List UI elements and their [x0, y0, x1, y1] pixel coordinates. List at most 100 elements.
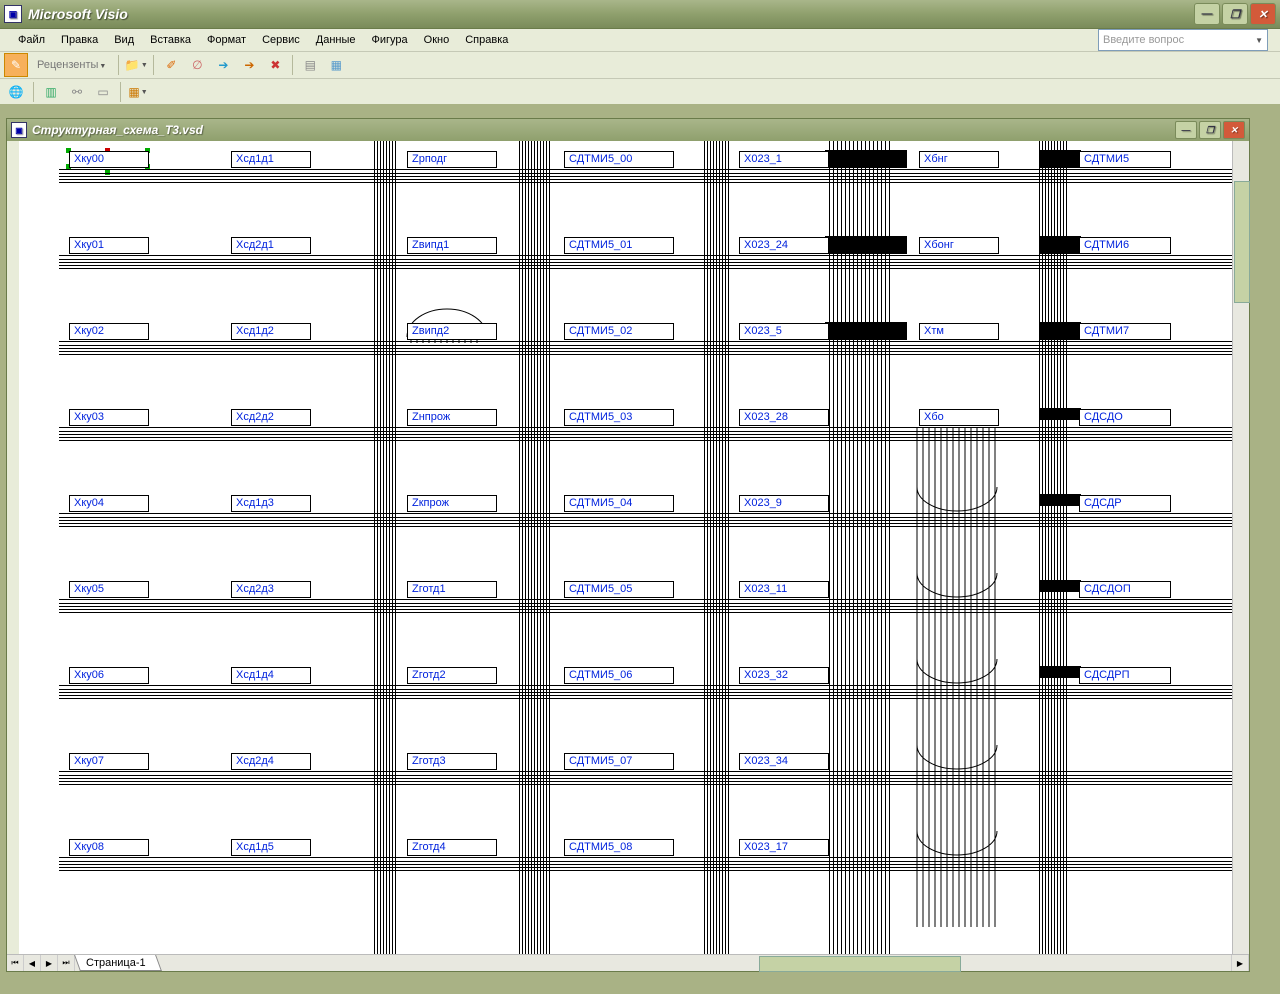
- menu-data[interactable]: Данные: [308, 32, 364, 48]
- diagram-node[interactable]: СДСДО: [1079, 409, 1171, 426]
- markup-pane-icon[interactable]: ▤: [298, 53, 322, 77]
- diagram-node[interactable]: Zготд1: [407, 581, 497, 598]
- diagram-node[interactable]: Хсд2д3: [231, 581, 311, 598]
- last-page-button[interactable]: ⏭: [58, 955, 75, 971]
- diagram-node[interactable]: СДСДР: [1079, 495, 1171, 512]
- diagram-node[interactable]: Х023_9: [739, 495, 829, 512]
- doc-close-button[interactable]: ✕: [1223, 121, 1245, 139]
- delete-markup-icon[interactable]: ✖: [263, 53, 287, 77]
- diagram-node[interactable]: Zкпрож: [407, 495, 497, 512]
- insert-control-icon[interactable]: ▦▼: [126, 80, 150, 104]
- diagram-node[interactable]: Хку02: [69, 323, 149, 340]
- prev-page-button[interactable]: ◀: [24, 955, 41, 971]
- diagram-node[interactable]: Хсд1д5: [231, 839, 311, 856]
- diagram-node[interactable]: СДТМИ5_03: [564, 409, 674, 426]
- insert-object-icon[interactable]: ▭: [91, 80, 115, 104]
- drawing-canvas[interactable]: Хку00 Хку01 Хку02 Хку03 Хку04 Хку05 Хку06 Хку07…: [19, 141, 1233, 955]
- first-page-button[interactable]: ⏮: [7, 955, 24, 971]
- next-icon[interactable]: ➔: [211, 53, 235, 77]
- doc-minimize-button[interactable]: —: [1175, 121, 1197, 139]
- diagram-node[interactable]: СДСДРП: [1079, 667, 1171, 684]
- minimize-button[interactable]: —: [1194, 3, 1220, 25]
- menu-window[interactable]: Окно: [416, 32, 458, 48]
- prev-icon[interactable]: ➔: [237, 53, 261, 77]
- diagram-node[interactable]: СДСДОП: [1079, 581, 1171, 598]
- diagram-node[interactable]: СДТМИ5_05: [564, 581, 674, 598]
- diagram-node[interactable]: Хсд2д4: [231, 753, 311, 770]
- diagram-node[interactable]: Хку07: [69, 753, 149, 770]
- menu-tools[interactable]: Сервис: [254, 32, 308, 48]
- insert-link-icon[interactable]: ⚯: [65, 80, 89, 104]
- new-comment-icon[interactable]: ✎: [4, 53, 28, 77]
- close-button[interactable]: ✕: [1250, 3, 1276, 25]
- diagram-node[interactable]: Хку08: [69, 839, 149, 856]
- diagram-node[interactable]: Хбнг: [919, 151, 999, 168]
- diagram-node[interactable]: Хку00: [69, 151, 149, 168]
- page-tab[interactable]: Страница-1: [74, 955, 161, 971]
- diagram-node[interactable]: Х023_34: [739, 753, 829, 770]
- diagram-node[interactable]: Zнпрож: [407, 409, 497, 426]
- diagram-node[interactable]: Zвипд2: [407, 323, 497, 340]
- reviewers-dropdown[interactable]: Рецензенты▼: [30, 56, 113, 74]
- diagram-node[interactable]: Хсд1д4: [231, 667, 311, 684]
- insert-picture-icon[interactable]: ▥: [39, 80, 63, 104]
- diagram-node[interactable]: Zвипд1: [407, 237, 497, 254]
- diagram-node[interactable]: Хсд1д2: [231, 323, 311, 340]
- diagram-node[interactable]: Х023_11: [739, 581, 829, 598]
- diagram-node[interactable]: Хсд1д3: [231, 495, 311, 512]
- diagram-node[interactable]: Хсд2д2: [231, 409, 311, 426]
- diagram-node[interactable]: Zготд4: [407, 839, 497, 856]
- diagram-node[interactable]: СДТМИ5: [1079, 151, 1171, 168]
- help-search[interactable]: Введите вопрос ▼: [1098, 29, 1268, 51]
- highlight-icon[interactable]: ✐: [159, 53, 183, 77]
- scrollbar-thumb[interactable]: [1234, 181, 1250, 303]
- diagram-node[interactable]: Х023_1: [739, 151, 829, 168]
- scroll-right-button[interactable]: ▶: [1231, 955, 1249, 971]
- diagram-node[interactable]: Хку06: [69, 667, 149, 684]
- diagram-node[interactable]: СДТМИ5_06: [564, 667, 674, 684]
- menu-shape[interactable]: Фигура: [364, 32, 416, 48]
- diagram-node[interactable]: СДТМИ6: [1079, 237, 1171, 254]
- diagram-node[interactable]: Хбонг: [919, 237, 999, 254]
- vertical-scrollbar[interactable]: [1232, 141, 1249, 955]
- horizontal-scrollbar[interactable]: [579, 955, 1211, 971]
- menu-insert[interactable]: Вставка: [142, 32, 199, 48]
- diagram-node[interactable]: Хсд2д1: [231, 237, 311, 254]
- diagram-node[interactable]: Хбо: [919, 409, 999, 426]
- next-page-button[interactable]: ▶: [41, 955, 58, 971]
- diagram-node[interactable]: Х023_17: [739, 839, 829, 856]
- diagram-node[interactable]: СДТМИ5_08: [564, 839, 674, 856]
- folder-icon[interactable]: 📁▼: [124, 53, 148, 77]
- maximize-button[interactable]: ❐: [1222, 3, 1248, 25]
- menu-edit[interactable]: Правка: [53, 32, 106, 48]
- menu-file[interactable]: Файл: [10, 32, 53, 48]
- diagram-node[interactable]: Zрподг: [407, 151, 497, 168]
- eraser-icon[interactable]: ∅: [185, 53, 209, 77]
- diagram-node[interactable]: Zготд3: [407, 753, 497, 770]
- diagram-node[interactable]: СДТМИ5_01: [564, 237, 674, 254]
- menu-help[interactable]: Справка: [457, 32, 516, 48]
- diagram-node[interactable]: Х023_32: [739, 667, 829, 684]
- visio-icon: ▣: [4, 5, 22, 23]
- diagram-node[interactable]: Х023_5: [739, 323, 829, 340]
- diagram-node[interactable]: Zготд2: [407, 667, 497, 684]
- diagram-node[interactable]: СДТМИ5_02: [564, 323, 674, 340]
- diagram-node[interactable]: Хку01: [69, 237, 149, 254]
- diagram-node[interactable]: Х023_24: [739, 237, 829, 254]
- menu-view[interactable]: Вид: [106, 32, 142, 48]
- menu-format[interactable]: Формат: [199, 32, 254, 48]
- diagram-node[interactable]: СДТМИ5_04: [564, 495, 674, 512]
- diagram-node[interactable]: СДТМИ5_00: [564, 151, 674, 168]
- diagram-node[interactable]: Х023_28: [739, 409, 829, 426]
- diagram-node[interactable]: Хтм: [919, 323, 999, 340]
- diagram-node[interactable]: Хку03: [69, 409, 149, 426]
- hyperlink-icon[interactable]: 🌐: [4, 80, 28, 104]
- diagram-node[interactable]: Хку05: [69, 581, 149, 598]
- diagram-node[interactable]: Хсд1д1: [231, 151, 311, 168]
- diagram-node[interactable]: Хку04: [69, 495, 149, 512]
- diagram-node[interactable]: СДТМИ7: [1079, 323, 1171, 340]
- scrollbar-thumb[interactable]: [759, 956, 961, 972]
- doc-maximize-button[interactable]: ❐: [1199, 121, 1221, 139]
- diagram-node[interactable]: СДТМИ5_07: [564, 753, 674, 770]
- reviewing-pane-icon[interactable]: ▦: [324, 53, 348, 77]
